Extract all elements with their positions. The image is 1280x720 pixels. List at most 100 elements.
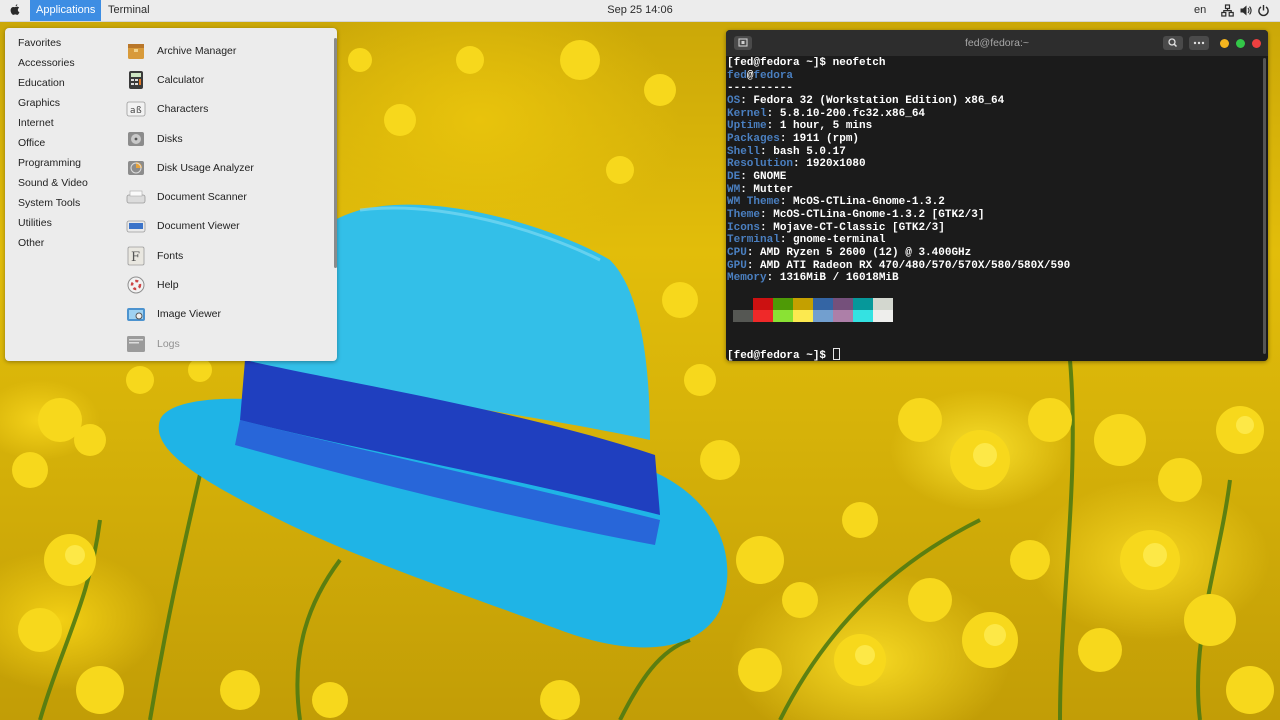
info-line-icons: Icons: Mojave-CT-Classic [GTK2/3]	[727, 221, 945, 234]
app-item-help[interactable]: Help	[123, 270, 333, 299]
category-internet[interactable]: Internet	[5, 117, 115, 137]
disk-usage-analyzer-icon	[128, 160, 144, 175]
app-list: Archive Manager Calculator a ß Character…	[123, 36, 333, 358]
command-line: [fed@fedora ~]$ neofetch	[727, 57, 1257, 70]
applications-menu-button[interactable]: Applications	[30, 0, 102, 21]
app-item-document-scanner[interactable]: Document Scanner	[123, 182, 333, 211]
category-programming[interactable]: Programming	[5, 157, 115, 177]
info-value: gnome-terminal	[793, 234, 886, 247]
disks-icon	[128, 131, 144, 146]
app-item-calculator[interactable]: Calculator	[123, 65, 333, 94]
palette-swatch	[753, 310, 773, 322]
image-viewer-icon	[127, 308, 145, 322]
app-item-label: Archive Manager	[157, 44, 237, 57]
info-key: Packages	[727, 132, 780, 145]
category-utilities[interactable]: Utilities	[5, 217, 115, 237]
info-value: bash 5.0.17	[773, 145, 846, 158]
info-value: 1 hour, 5 mins	[779, 120, 873, 133]
characters-icon: a ß	[126, 101, 146, 117]
ellipsis-icon	[1193, 41, 1205, 45]
menu-button[interactable]	[1189, 36, 1209, 50]
logs-icon	[127, 335, 145, 352]
app-item-disk-usage-analyzer[interactable]: Disk Usage Analyzer	[123, 153, 333, 182]
info-value: McOS-CTLina-Gnome-1.3.2	[793, 196, 945, 209]
help-icon	[127, 276, 145, 294]
app-item-document-viewer[interactable]: Document Viewer	[123, 212, 333, 241]
fonts-icon: F	[127, 246, 145, 266]
volume-icon[interactable]	[1239, 4, 1252, 17]
category-accessories[interactable]: Accessories	[5, 57, 115, 77]
palette-swatch	[733, 298, 753, 310]
app-item-logs[interactable]: Logs	[123, 329, 333, 358]
info-key: Icons	[727, 221, 761, 234]
prompt: [fed@fedora ~]$	[727, 350, 833, 361]
info-key: GPU	[727, 259, 747, 272]
info-key: Resolution	[727, 158, 794, 171]
info-line-theme: Theme: McOS-CTLina-Gnome-1.3.2 [GTK2/3]	[727, 208, 985, 221]
info-value: 1316MiB / 16018MiB	[779, 272, 899, 285]
info-value: AMD Ryzen 5 2600 (12) @ 3.400GHz	[760, 246, 972, 259]
palette-swatch	[833, 298, 853, 310]
close-button[interactable]	[1252, 39, 1261, 48]
terminal-titlebar[interactable]: fed@fedora:~	[726, 30, 1268, 56]
app-item-label: Logs	[157, 337, 180, 350]
info-key: CPU	[727, 246, 747, 259]
keyboard-language-indicator[interactable]: en	[1194, 0, 1206, 21]
info-value: Mutter	[753, 183, 794, 196]
archive-manager-icon	[128, 43, 144, 59]
info-line-resolution: Resolution: 1920x1080	[727, 158, 866, 171]
category-office[interactable]: Office	[5, 137, 115, 157]
category-sound-video[interactable]: Sound & Video	[5, 177, 115, 197]
info-key: OS	[727, 94, 741, 107]
info-line-wm: WM: Mutter	[727, 183, 794, 196]
command: neofetch	[832, 57, 886, 69]
info-line-uptime: Uptime: 1 hour, 5 mins	[727, 120, 873, 133]
app-item-disks[interactable]: Disks	[123, 124, 333, 153]
power-icon[interactable]	[1257, 4, 1270, 17]
app-item-image-viewer[interactable]: Image Viewer	[123, 300, 333, 329]
info-value: Mojave-CT-Classic [GTK2/3]	[773, 221, 945, 234]
category-other[interactable]: Other	[5, 237, 115, 257]
app-item-label: Calculator	[157, 73, 205, 86]
app-item-label: Document Viewer	[157, 220, 240, 233]
search-button[interactable]	[1163, 36, 1183, 50]
maximize-button[interactable]	[1236, 39, 1245, 48]
active-prompt-line[interactable]: [fed@fedora ~]$	[727, 348, 840, 361]
app-item-label: Disk Usage Analyzer	[157, 161, 254, 174]
category-favorites[interactable]: Favorites	[5, 37, 115, 57]
category-education[interactable]: Education	[5, 77, 115, 97]
category-list: Favorites Accessories Education Graphics…	[5, 37, 115, 257]
terminal-app-menu[interactable]: Terminal	[108, 0, 150, 21]
info-key: Memory	[727, 272, 767, 285]
prompt: [fed@fedora ~]$	[727, 57, 833, 69]
info-key: WM	[727, 183, 741, 196]
info-line-cpu: CPU: AMD Ryzen 5 2600 (12) @ 3.400GHz	[727, 246, 972, 259]
category-system-tools[interactable]: System Tools	[5, 197, 115, 217]
top-panel: Applications Terminal Sep 25 14:06 en	[0, 0, 1280, 22]
search-icon	[1168, 38, 1178, 48]
terminal-output[interactable]: [fed@fedora ~]$ neofetch fed@fedora ------…	[727, 57, 1257, 285]
minimize-button[interactable]	[1220, 39, 1229, 48]
app-item-fonts[interactable]: F Fonts	[123, 241, 333, 270]
user-host-line: fed@fedora	[727, 69, 794, 82]
menu-scrollbar[interactable]	[334, 38, 337, 268]
color-palette	[733, 298, 893, 322]
info-value: McOS-CTLina-Gnome-1.3.2 [GTK2/3]	[773, 208, 985, 221]
info-line-os: OS: Fedora 32 (Workstation Edition) x86_…	[727, 94, 1005, 107]
info-line-kernel: Kernel: 5.8.10-200.fc32.x86_64	[727, 107, 926, 120]
info-value: 1920x1080	[806, 158, 866, 171]
info-value: AMD ATI Radeon RX 470/480/570/570X/580/5…	[760, 259, 1071, 272]
app-item-characters[interactable]: a ß Characters	[123, 95, 333, 124]
palette-swatch	[753, 298, 773, 310]
terminal-scrollbar[interactable]	[1263, 58, 1266, 354]
clock[interactable]: Sep 25 14:06	[607, 4, 672, 16]
info-value: GNOME	[753, 170, 787, 183]
category-graphics[interactable]: Graphics	[5, 97, 115, 117]
terminal-window: fed@fedora:~ [fed@fedora ~]$ neofetch fed…	[726, 30, 1268, 361]
network-icon[interactable]	[1221, 4, 1234, 17]
calculator-icon	[129, 70, 143, 89]
document-viewer-icon	[126, 221, 146, 233]
apple-icon[interactable]	[8, 3, 22, 17]
app-item-archive-manager[interactable]: Archive Manager	[123, 36, 333, 65]
info-key: DE	[727, 170, 741, 183]
